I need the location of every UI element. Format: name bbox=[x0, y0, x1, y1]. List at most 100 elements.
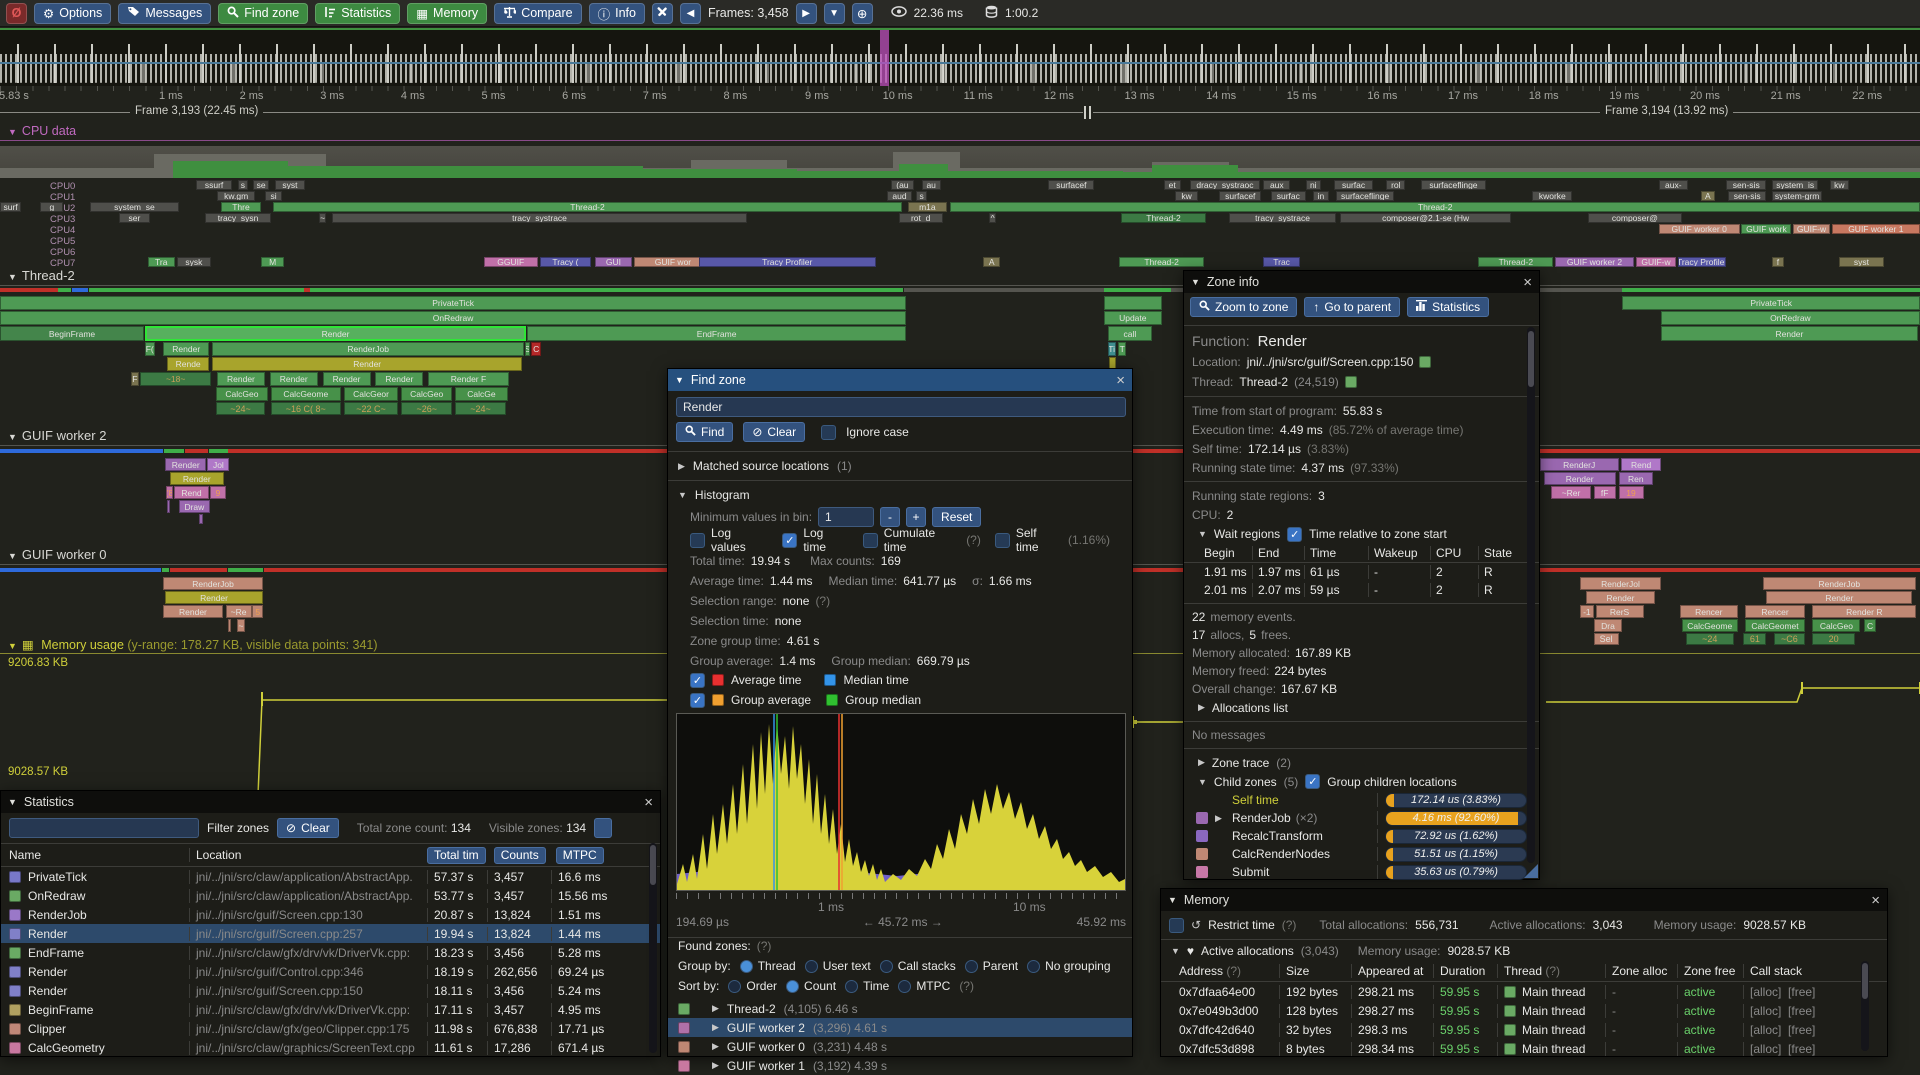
zone-segment[interactable]: 61 bbox=[1743, 633, 1766, 645]
find-button[interactable]: Find bbox=[676, 422, 733, 442]
cumulate-time-checkbox[interactable] bbox=[863, 533, 878, 548]
cpu-zone-segment[interactable]: Thread-2 bbox=[1478, 257, 1553, 267]
child-zone-row[interactable]: Submit 35.63 us (0.79%) bbox=[1184, 863, 1539, 881]
cpu-zone-segment[interactable]: ~ bbox=[319, 213, 327, 223]
find-zone-button[interactable]: Find zone bbox=[218, 3, 308, 24]
cpu-zone-segment[interactable]: aux bbox=[1263, 180, 1290, 190]
zone-segment[interactable]: Render bbox=[270, 372, 318, 386]
zone-info-scrollbar[interactable] bbox=[1527, 327, 1535, 863]
cpu-zone-segment[interactable]: Tracy Profiler bbox=[1678, 257, 1726, 267]
cpu-zone-segment[interactable]: surfacef bbox=[1219, 191, 1261, 201]
zone-segment[interactable]: ~24~ bbox=[455, 402, 506, 415]
cpu-zone-segment[interactable]: system_is bbox=[1772, 180, 1818, 190]
cpu-zone-segment[interactable]: GUIF worker 0 bbox=[1659, 224, 1740, 234]
cpu-zone-segment[interactable]: GUIF work bbox=[1741, 224, 1791, 234]
zone-segment[interactable]: CalcGeome bbox=[271, 387, 341, 401]
allocation-row[interactable]: 0x7dfc53d898 8 bytes 298.34 ms 59.95 s M… bbox=[1161, 1039, 1887, 1058]
cpu-zone-segment[interactable]: sysk bbox=[177, 257, 212, 267]
zone-segment[interactable]: Render bbox=[1586, 591, 1655, 604]
zone-segment[interactable]: CalcGeome bbox=[1682, 619, 1738, 632]
cpu-zone-segment[interactable]: GUIF worker 2 bbox=[1555, 257, 1634, 267]
cpu-data-header[interactable]: ▼CPU data bbox=[8, 124, 76, 138]
close-icon[interactable]: × bbox=[1871, 893, 1880, 908]
cpu-zone-segment[interactable]: surfacef bbox=[1048, 180, 1094, 190]
zone-segment[interactable]: CalcGeomet bbox=[1745, 619, 1805, 632]
zone-segment[interactable]: Render bbox=[163, 342, 209, 356]
thread-group-row[interactable]: ▶ GUIF worker 2(3,296) 4.61 s bbox=[668, 1018, 1132, 1037]
go-to-parent-button[interactable]: ↑Go to parent bbox=[1304, 297, 1400, 317]
close-icon[interactable]: × bbox=[1523, 275, 1532, 290]
find-zone-query-input[interactable] bbox=[676, 397, 1126, 417]
thread-group-row[interactable]: ▶ GUIF worker 0(3,231) 4.48 s bbox=[668, 1037, 1132, 1056]
zone-segment[interactable]: C bbox=[1864, 619, 1876, 632]
zone-segment[interactable]: Rend bbox=[1621, 458, 1660, 471]
zone-segment[interactable]: BeginFrame bbox=[0, 326, 144, 341]
zone-segment[interactable]: RerS bbox=[1596, 605, 1644, 618]
cpu-zone-segment[interactable]: se bbox=[253, 180, 268, 190]
radio-option[interactable]: Parent bbox=[965, 959, 1018, 973]
radio-option[interactable]: Time bbox=[845, 979, 889, 993]
cpu-zone-segment[interactable]: m1a bbox=[908, 202, 946, 212]
cpu-zone-segment[interactable]: ssurf bbox=[196, 180, 232, 190]
min-values-input[interactable] bbox=[818, 507, 874, 527]
cpu-zone-segment[interactable]: au bbox=[922, 180, 941, 190]
zone-segment[interactable]: CalcGeor bbox=[344, 387, 399, 401]
zone-segment[interactable]: CalcGeo bbox=[1812, 619, 1860, 632]
col-total-time-sort[interactable]: Total tim bbox=[427, 847, 486, 864]
frame-labels-row[interactable]: Frame 3,193 (22.45 ms) Frame 3,194 (13.9… bbox=[0, 104, 1920, 121]
relative-time-checkbox[interactable]: ✓ bbox=[1287, 527, 1302, 542]
zone-segment[interactable]: ~26~ bbox=[401, 402, 452, 415]
zone-segment[interactable]: ~C6 bbox=[1774, 633, 1805, 645]
cpu-zone-segment[interactable]: (au bbox=[891, 180, 914, 190]
zone-segment[interactable]: F bbox=[131, 372, 140, 386]
cpu6-track[interactable] bbox=[0, 246, 1920, 256]
cpu-zone-segment[interactable]: M bbox=[261, 257, 284, 267]
cpu-zone-segment[interactable]: kw.gm bbox=[217, 191, 255, 201]
thread2-row-1[interactable]: OnRedrawUpdateOnRedraw bbox=[0, 311, 1920, 325]
zone-segment[interactable]: Rend bbox=[174, 486, 210, 499]
group-children-checkbox[interactable]: ✓ bbox=[1305, 774, 1320, 789]
zone-segment[interactable]: Rende bbox=[167, 357, 209, 371]
cpu-zone-segment[interactable]: sen-sis bbox=[1728, 191, 1766, 201]
zone-segment[interactable]: Render bbox=[163, 605, 223, 618]
thread-group-row[interactable]: ▶ GUIF worker 1(3,192) 4.39 s bbox=[668, 1056, 1132, 1075]
average-time-checkbox[interactable]: ✓ bbox=[690, 673, 705, 688]
zone-segment[interactable]: 20 bbox=[1812, 633, 1854, 645]
allocation-row[interactable]: 0x7dfaa64e00 192 bytes 298.21 ms 59.95 s… bbox=[1161, 982, 1887, 1001]
guif-worker2-header[interactable]: ▼GUIF worker 2 bbox=[8, 428, 106, 443]
zone-segment[interactable]: ~24 bbox=[1686, 633, 1734, 645]
group-average-checkbox[interactable]: ✓ bbox=[690, 693, 705, 708]
radio-option[interactable]: Thread bbox=[740, 959, 796, 973]
cpu-zone-segment[interactable]: et bbox=[1164, 180, 1181, 190]
cpu-zone-segment[interactable]: system-grm bbox=[1772, 191, 1822, 201]
cpu-zone-segment[interactable]: GUI bbox=[595, 257, 631, 267]
zone-segment[interactable]: S bbox=[525, 342, 530, 356]
statistics-scrollbar[interactable] bbox=[649, 843, 657, 1053]
zone-segment[interactable]: Render bbox=[1766, 591, 1912, 604]
zone-segment[interactable]: Rencer bbox=[1745, 605, 1805, 618]
reset-button[interactable]: Reset bbox=[932, 507, 981, 527]
cpu-zone-segment[interactable]: rot_d bbox=[899, 213, 943, 223]
histogram-section-toggle[interactable]: ▼Histogram bbox=[668, 485, 1132, 505]
thread2-row-0[interactable]: PrivateTickPrivateTick bbox=[0, 296, 1920, 310]
memory-titlebar[interactable]: ▼Memory× bbox=[1161, 889, 1887, 911]
cpu-zone-segment[interactable]: sen-sis bbox=[1726, 180, 1766, 190]
zone-segment[interactable]: RenderJob bbox=[212, 342, 524, 356]
zone-segment[interactable] bbox=[167, 500, 170, 513]
cpu-zone-segment[interactable]: syst bbox=[275, 180, 306, 190]
zone-segment[interactable]: Draw bbox=[179, 500, 211, 513]
cpu-zone-segment[interactable]: surf bbox=[0, 202, 21, 212]
cpu-zone-segment[interactable]: GUIF-w bbox=[1636, 257, 1676, 267]
cpu-zone-segment[interactable]: in bbox=[1313, 191, 1328, 201]
zone-segment[interactable]: Dra bbox=[1594, 619, 1623, 632]
frame-dropdown-button[interactable]: ▼ bbox=[824, 3, 845, 24]
radio-option[interactable]: Count bbox=[786, 979, 836, 993]
zone-segment[interactable] bbox=[1104, 296, 1162, 310]
radio-option[interactable]: Call stacks bbox=[880, 959, 956, 973]
cpu-zone-segment[interactable]: Thread-2 bbox=[1119, 257, 1203, 267]
clear-filter-button[interactable]: ⊘Clear bbox=[277, 818, 339, 838]
zone-thread[interactable]: Thread-2 bbox=[1239, 375, 1288, 389]
cpu-zone-segment[interactable]: tracy_sysn bbox=[205, 213, 270, 223]
thread-group-row[interactable]: ▶ Thread-2(4,105) 6.46 s bbox=[668, 999, 1132, 1018]
child-zone-row[interactable]: ▶ RenderJob(×2) 4.16 ms (92.60%) bbox=[1184, 809, 1539, 827]
